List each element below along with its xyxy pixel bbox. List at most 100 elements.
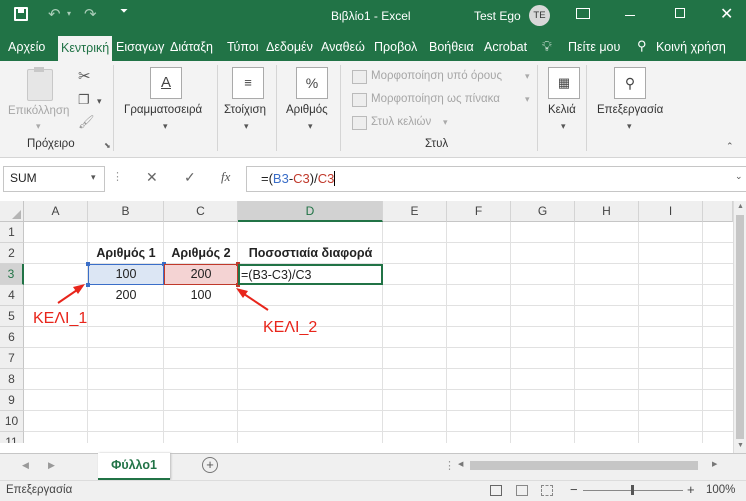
alignment-button[interactable]: Στοίχιση	[224, 104, 266, 116]
format-painter-icon[interactable]: 🖌︎	[78, 114, 95, 130]
editing-dropdown-icon[interactable]: ▾	[627, 121, 632, 132]
conditional-formatting-button[interactable]: Μορφοποίηση υπό όρους	[371, 70, 502, 82]
ribbon-tabs: Αρχείο Κεντρική Εισαγωγ Διάταξη Τύποι Δε…	[0, 33, 746, 61]
cell-styles-icon[interactable]	[352, 116, 367, 130]
tab-insert[interactable]: Εισαγωγ	[116, 33, 164, 61]
alignment-icon[interactable]: ≡	[232, 67, 264, 99]
avatar[interactable]: TE	[529, 5, 550, 26]
name-box-value: SUM	[10, 171, 37, 185]
tab-data[interactable]: Δεδομέν	[266, 33, 313, 61]
paste-icon[interactable]	[27, 67, 53, 101]
tab-page-layout[interactable]: Διάταξη	[170, 33, 213, 61]
conditional-formatting-dropdown-icon[interactable]: ▾	[525, 71, 530, 82]
clipboard-launcher-icon[interactable]: ⬊	[104, 141, 111, 150]
alignment-dropdown-icon[interactable]: ▾	[244, 121, 249, 132]
scroll-thumb[interactable]	[736, 215, 744, 439]
tell-me-search[interactable]: Πείτε μου	[568, 33, 620, 61]
annotation-cell2: ΚΕΛΙ_2	[263, 319, 318, 336]
sheet-tab-bar: ◀ ▶ Φύλλο1 + ⋮ ◀ ▶	[0, 453, 746, 481]
page-layout-view-icon[interactable]	[516, 485, 528, 496]
prev-sheet-icon[interactable]: ◀	[22, 460, 29, 471]
tab-review[interactable]: Αναθεώ	[321, 33, 365, 61]
cells-button[interactable]: Κελιά	[548, 104, 576, 116]
status-mode: Επεξεργασία	[6, 484, 73, 496]
undo-dropdown-icon[interactable]: ▾	[67, 9, 71, 18]
scroll-right-icon[interactable]: ▶	[712, 460, 717, 468]
scroll-left-icon[interactable]: ◀	[458, 460, 463, 468]
zoom-in-icon[interactable]: +	[687, 482, 695, 497]
format-as-table-button[interactable]: Μορφοποίηση ως πίνακα	[371, 93, 500, 105]
cancel-icon[interactable]: ✕	[146, 169, 158, 186]
sheet-tab-label: Φύλλο1	[111, 458, 157, 472]
number-format-icon[interactable]: %	[296, 67, 328, 99]
tab-acrobat[interactable]: Acrobat	[484, 33, 527, 61]
minimize-icon[interactable]	[625, 15, 635, 16]
formula-input[interactable]: =(B3-C3)/C3	[246, 166, 746, 192]
save-icon[interactable]	[14, 7, 28, 21]
copy-icon[interactable]: ❐	[78, 92, 90, 108]
next-sheet-icon[interactable]: ▶	[48, 460, 55, 471]
title-bar: ↶ ▾ ↷ ⏷ Βιβλίο1 - Excel Test Ego TE ✕	[0, 0, 746, 33]
tab-view[interactable]: Προβολ	[374, 33, 417, 61]
name-box-dropdown-icon[interactable]: ▾	[91, 172, 96, 183]
tab-formulas[interactable]: Τύποι	[227, 33, 259, 61]
add-sheet-icon[interactable]: +	[202, 457, 218, 473]
enter-icon[interactable]: ✓	[184, 169, 196, 186]
cut-icon[interactable]: ✂	[78, 67, 91, 85]
tab-help[interactable]: Βοήθεια	[429, 33, 474, 61]
styles-group-label: Στυλ	[425, 138, 449, 150]
sheet-tab-sheet1[interactable]: Φύλλο1	[98, 453, 170, 480]
tab-file[interactable]: Αρχείο	[8, 33, 45, 61]
number-dropdown-icon[interactable]: ▾	[308, 121, 313, 132]
formula-text: =(B3-C3)/C3	[261, 171, 335, 186]
cells-dropdown-icon[interactable]: ▾	[561, 121, 566, 132]
tab-home[interactable]: Κεντρική	[58, 36, 113, 61]
zoom-slider[interactable]	[583, 485, 683, 495]
cells-icon[interactable]: ▦	[548, 67, 580, 99]
page-break-view-icon[interactable]	[541, 485, 553, 496]
clipboard-group-label: Πρόχειρο	[27, 138, 75, 150]
zoom-level[interactable]: 100%	[706, 484, 735, 496]
close-icon[interactable]: ✕	[720, 4, 733, 24]
paste-button[interactable]: Επικόλληση	[8, 105, 69, 117]
zoom-out-icon[interactable]: −	[570, 482, 578, 497]
insert-function-button[interactable]: fx	[221, 169, 230, 185]
redo-icon[interactable]: ↷	[84, 5, 97, 23]
horizontal-scrollbar[interactable]: ◀ ▶	[456, 458, 728, 472]
tab-splitter-icon[interactable]: ⋮	[444, 459, 455, 472]
zoom-slider-thumb[interactable]	[631, 485, 634, 495]
ribbon-display-options-icon[interactable]	[576, 8, 590, 19]
status-bar: Επεξεργασία − + 100%	[0, 480, 746, 501]
conditional-formatting-icon[interactable]	[352, 70, 367, 84]
cell-styles-button[interactable]: Στυλ κελιών	[371, 116, 431, 128]
vertical-scrollbar[interactable]: ▲ ▼	[733, 201, 746, 453]
format-as-table-dropdown-icon[interactable]: ▾	[525, 94, 530, 105]
undo-icon[interactable]: ↶	[48, 5, 61, 23]
cell-styles-dropdown-icon[interactable]: ▾	[443, 117, 448, 128]
number-button[interactable]: Αριθμός	[286, 104, 328, 116]
lightbulb-icon: 💡︎	[542, 38, 552, 54]
maximize-icon[interactable]	[675, 8, 685, 18]
expand-formula-bar-icon[interactable]: ⌄	[735, 171, 743, 182]
annotation-cell1: ΚΕΛΙ_1	[33, 310, 88, 327]
font-icon[interactable]: A	[150, 67, 182, 99]
share-icon: ⚲	[637, 38, 647, 53]
paste-dropdown-icon[interactable]: ▾	[36, 121, 41, 132]
user-name[interactable]: Test Ego	[474, 9, 521, 23]
normal-view-icon[interactable]	[490, 485, 502, 496]
font-button[interactable]: Γραμματοσειρά	[124, 104, 202, 116]
window-title: Βιβλίο1 - Excel	[331, 9, 411, 23]
worksheet-grid: A B C D E F G H I 1 2 3 4 5 6 7 8 9 10 1…	[0, 201, 746, 443]
name-box[interactable]: SUM ▾	[3, 166, 105, 192]
format-as-table-icon[interactable]	[352, 93, 367, 107]
editing-button[interactable]: Επεξεργασία	[597, 104, 663, 116]
font-dropdown-icon[interactable]: ▾	[163, 121, 168, 132]
copy-dropdown-icon[interactable]: ▾	[97, 96, 102, 107]
editing-icon[interactable]: ⚲	[614, 67, 646, 99]
scroll-up-icon[interactable]: ▲	[737, 203, 744, 210]
h-scroll-thumb[interactable]	[470, 461, 698, 470]
scroll-down-icon[interactable]: ▼	[737, 442, 744, 449]
share-button[interactable]: Κοινή χρήση	[656, 33, 726, 61]
collapse-ribbon-icon[interactable]: ⌃	[726, 141, 734, 152]
customize-toolbar-icon[interactable]: ⏷	[120, 6, 128, 17]
